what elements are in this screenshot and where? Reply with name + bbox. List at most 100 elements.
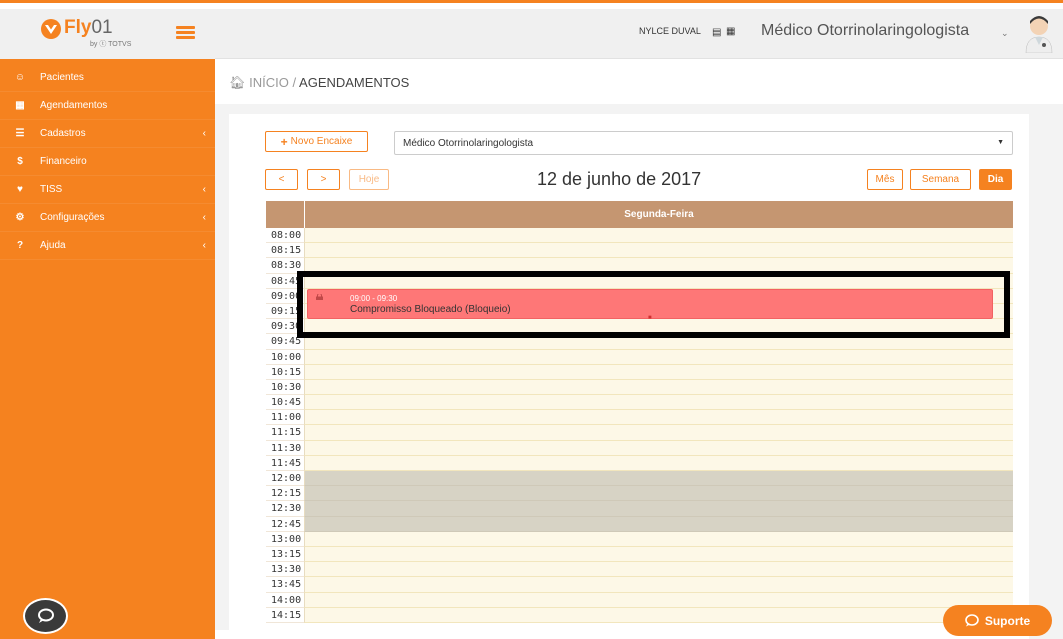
sidebar-item-label: TISS — [40, 184, 63, 195]
fly01-logo-icon — [41, 19, 61, 39]
time-slot[interactable] — [304, 258, 1013, 274]
breadcrumb-current: AGENDAMENTOS — [299, 75, 410, 90]
chevron-left-icon: < — [278, 174, 285, 185]
hamburger-menu-icon[interactable] — [176, 26, 195, 40]
role-selector[interactable]: Médico Otorrinolaringologista — [761, 22, 969, 40]
sidebar-item-agendamentos[interactable]: ▦ Agendamentos — [0, 92, 215, 120]
sidebar-item-pacientes[interactable]: ☺ Pacientes — [0, 64, 215, 92]
doctor-avatar[interactable] — [1023, 13, 1055, 53]
chevron-left-icon: ‹ — [202, 128, 206, 139]
time-slot[interactable] — [304, 273, 1013, 289]
bottom-strip — [215, 630, 360, 639]
view-day-button[interactable]: Dia — [979, 169, 1012, 190]
time-slot-label: 10:00 — [266, 349, 304, 365]
today-label: Hoje — [358, 174, 380, 185]
breadcrumb-home[interactable]: INÍCIO — [249, 75, 289, 90]
grid-icon[interactable]: ▦ — [726, 26, 735, 37]
time-slot-label: 11:45 — [266, 455, 304, 471]
resize-handle-icon[interactable]: ■ — [648, 315, 652, 321]
sidebar-item-label: Pacientes — [40, 72, 84, 83]
sidebar-item-configuracoes[interactable]: ⚙ Configurações ‹ — [0, 204, 215, 232]
chat-icon — [965, 614, 979, 627]
time-slot[interactable] — [304, 228, 1013, 244]
view-month-button[interactable]: Mês — [867, 169, 903, 190]
doctor-select[interactable]: Médico Otorrinolaringologista ▼ — [394, 131, 1013, 155]
time-slot-label: 09:30 — [266, 319, 304, 335]
sidebar-item-label: Cadastros — [40, 128, 86, 139]
time-slot-label: 13:30 — [266, 562, 304, 578]
view-week-button[interactable]: Semana — [910, 169, 971, 190]
time-slot[interactable] — [304, 501, 1013, 517]
time-slot-label: 09:00 — [266, 288, 304, 304]
time-slot-label: 11:00 — [266, 410, 304, 426]
chevron-right-icon: > — [320, 174, 327, 185]
time-slot[interactable] — [304, 562, 1013, 578]
sidebar-item-label: Ajuda — [40, 240, 66, 251]
time-slot[interactable] — [304, 546, 1013, 563]
time-slot-label: 12:15 — [266, 486, 304, 502]
list-icon: ☰ — [15, 128, 25, 139]
prev-button[interactable]: < — [265, 169, 298, 190]
today-button[interactable]: Hoje — [349, 169, 389, 190]
time-slot[interactable] — [304, 455, 1013, 471]
user-name[interactable]: NYLCE DUVAL — [639, 26, 701, 36]
breadcrumb: 🏠︎ INÍCIO / AGENDAMENTOS — [229, 75, 409, 91]
support-button[interactable]: Suporte — [943, 605, 1052, 636]
time-slot[interactable] — [304, 243, 1013, 259]
view-week-label: Semana — [921, 174, 960, 185]
chevron-left-icon: ‹ — [202, 184, 206, 195]
top-bar: NYLCE DUVAL ▤ ▦ Médico Otorrinolaringolo… — [215, 9, 1063, 59]
time-slot[interactable] — [304, 577, 1013, 593]
time-slot-label: 14:00 — [266, 592, 304, 608]
time-slot[interactable] — [304, 395, 1013, 411]
time-slot-label: 10:45 — [266, 395, 304, 411]
time-slot[interactable] — [304, 319, 1013, 335]
support-label: Suporte — [984, 613, 1031, 628]
time-slot[interactable] — [304, 440, 1013, 456]
time-slot[interactable] — [304, 607, 1013, 623]
chevron-down-icon[interactable]: ⌄ — [1001, 28, 1009, 39]
sidebar-item-financeiro[interactable]: $ Financeiro — [0, 148, 215, 176]
gear-icon: ⚙ — [15, 212, 25, 223]
time-slot-label: 09:45 — [266, 334, 304, 350]
home-icon[interactable]: 🏠︎ — [229, 75, 246, 90]
calendar-icon: ▦ — [15, 100, 25, 111]
time-slot-label: 12:00 — [266, 471, 304, 487]
chevron-left-icon: ‹ — [202, 212, 206, 223]
time-slot[interactable] — [304, 379, 1013, 396]
time-slot[interactable] — [304, 531, 1013, 547]
time-slot[interactable] — [304, 425, 1013, 441]
calendar-event[interactable]: 09:00 - 09:30 Compromisso Bloqueado (Blo… — [307, 289, 993, 321]
chat-button[interactable] — [23, 598, 68, 634]
day-header: Segunda-Feira — [304, 201, 1013, 228]
time-slot[interactable] — [304, 516, 1013, 532]
chat-icon — [38, 608, 54, 623]
next-button[interactable]: > — [307, 169, 340, 190]
time-slot[interactable] — [304, 334, 1013, 350]
time-slot[interactable] — [304, 471, 1013, 487]
sidebar-item-tiss[interactable]: ♥ TISS ‹ — [0, 176, 215, 204]
lock-icon — [316, 294, 323, 300]
sidebar-menu: ☺ Pacientes ▦ Agendamentos ☰ Cadastros ‹… — [0, 64, 215, 260]
calendar-grid: Segunda-Feira 08:00 08:15 08:30 08:45 09:00 0… — [266, 201, 1013, 639]
new-fit-in-button[interactable]: + Novo Encaixe — [265, 131, 368, 152]
time-slot[interactable] — [304, 364, 1013, 380]
card-icon[interactable]: ▤ — [712, 27, 721, 38]
time-slot-label: 08:00 — [266, 228, 304, 244]
view-month-label: Mês — [875, 174, 895, 185]
doctor-select-value: Médico Otorrinolaringologista — [403, 137, 534, 149]
dollar-icon: $ — [17, 156, 23, 167]
time-slot[interactable] — [304, 592, 1013, 608]
time-slot-label: 08:45 — [266, 273, 304, 289]
sidebar-item-cadastros[interactable]: ☰ Cadastros ‹ — [0, 120, 215, 148]
sidebar-item-label: Configurações — [40, 212, 105, 223]
breadcrumb-separator: / — [292, 75, 297, 90]
time-slot[interactable] — [304, 349, 1013, 365]
caret-down-icon: ▼ — [997, 139, 1004, 146]
time-slot-label: 10:30 — [266, 379, 304, 396]
sidebar-item-ajuda[interactable]: ? Ajuda ‹ — [0, 232, 215, 260]
users-icon: ☺ — [14, 72, 26, 83]
time-slot-label: 10:15 — [266, 364, 304, 380]
time-slot[interactable] — [304, 410, 1013, 426]
time-slot[interactable] — [304, 486, 1013, 502]
